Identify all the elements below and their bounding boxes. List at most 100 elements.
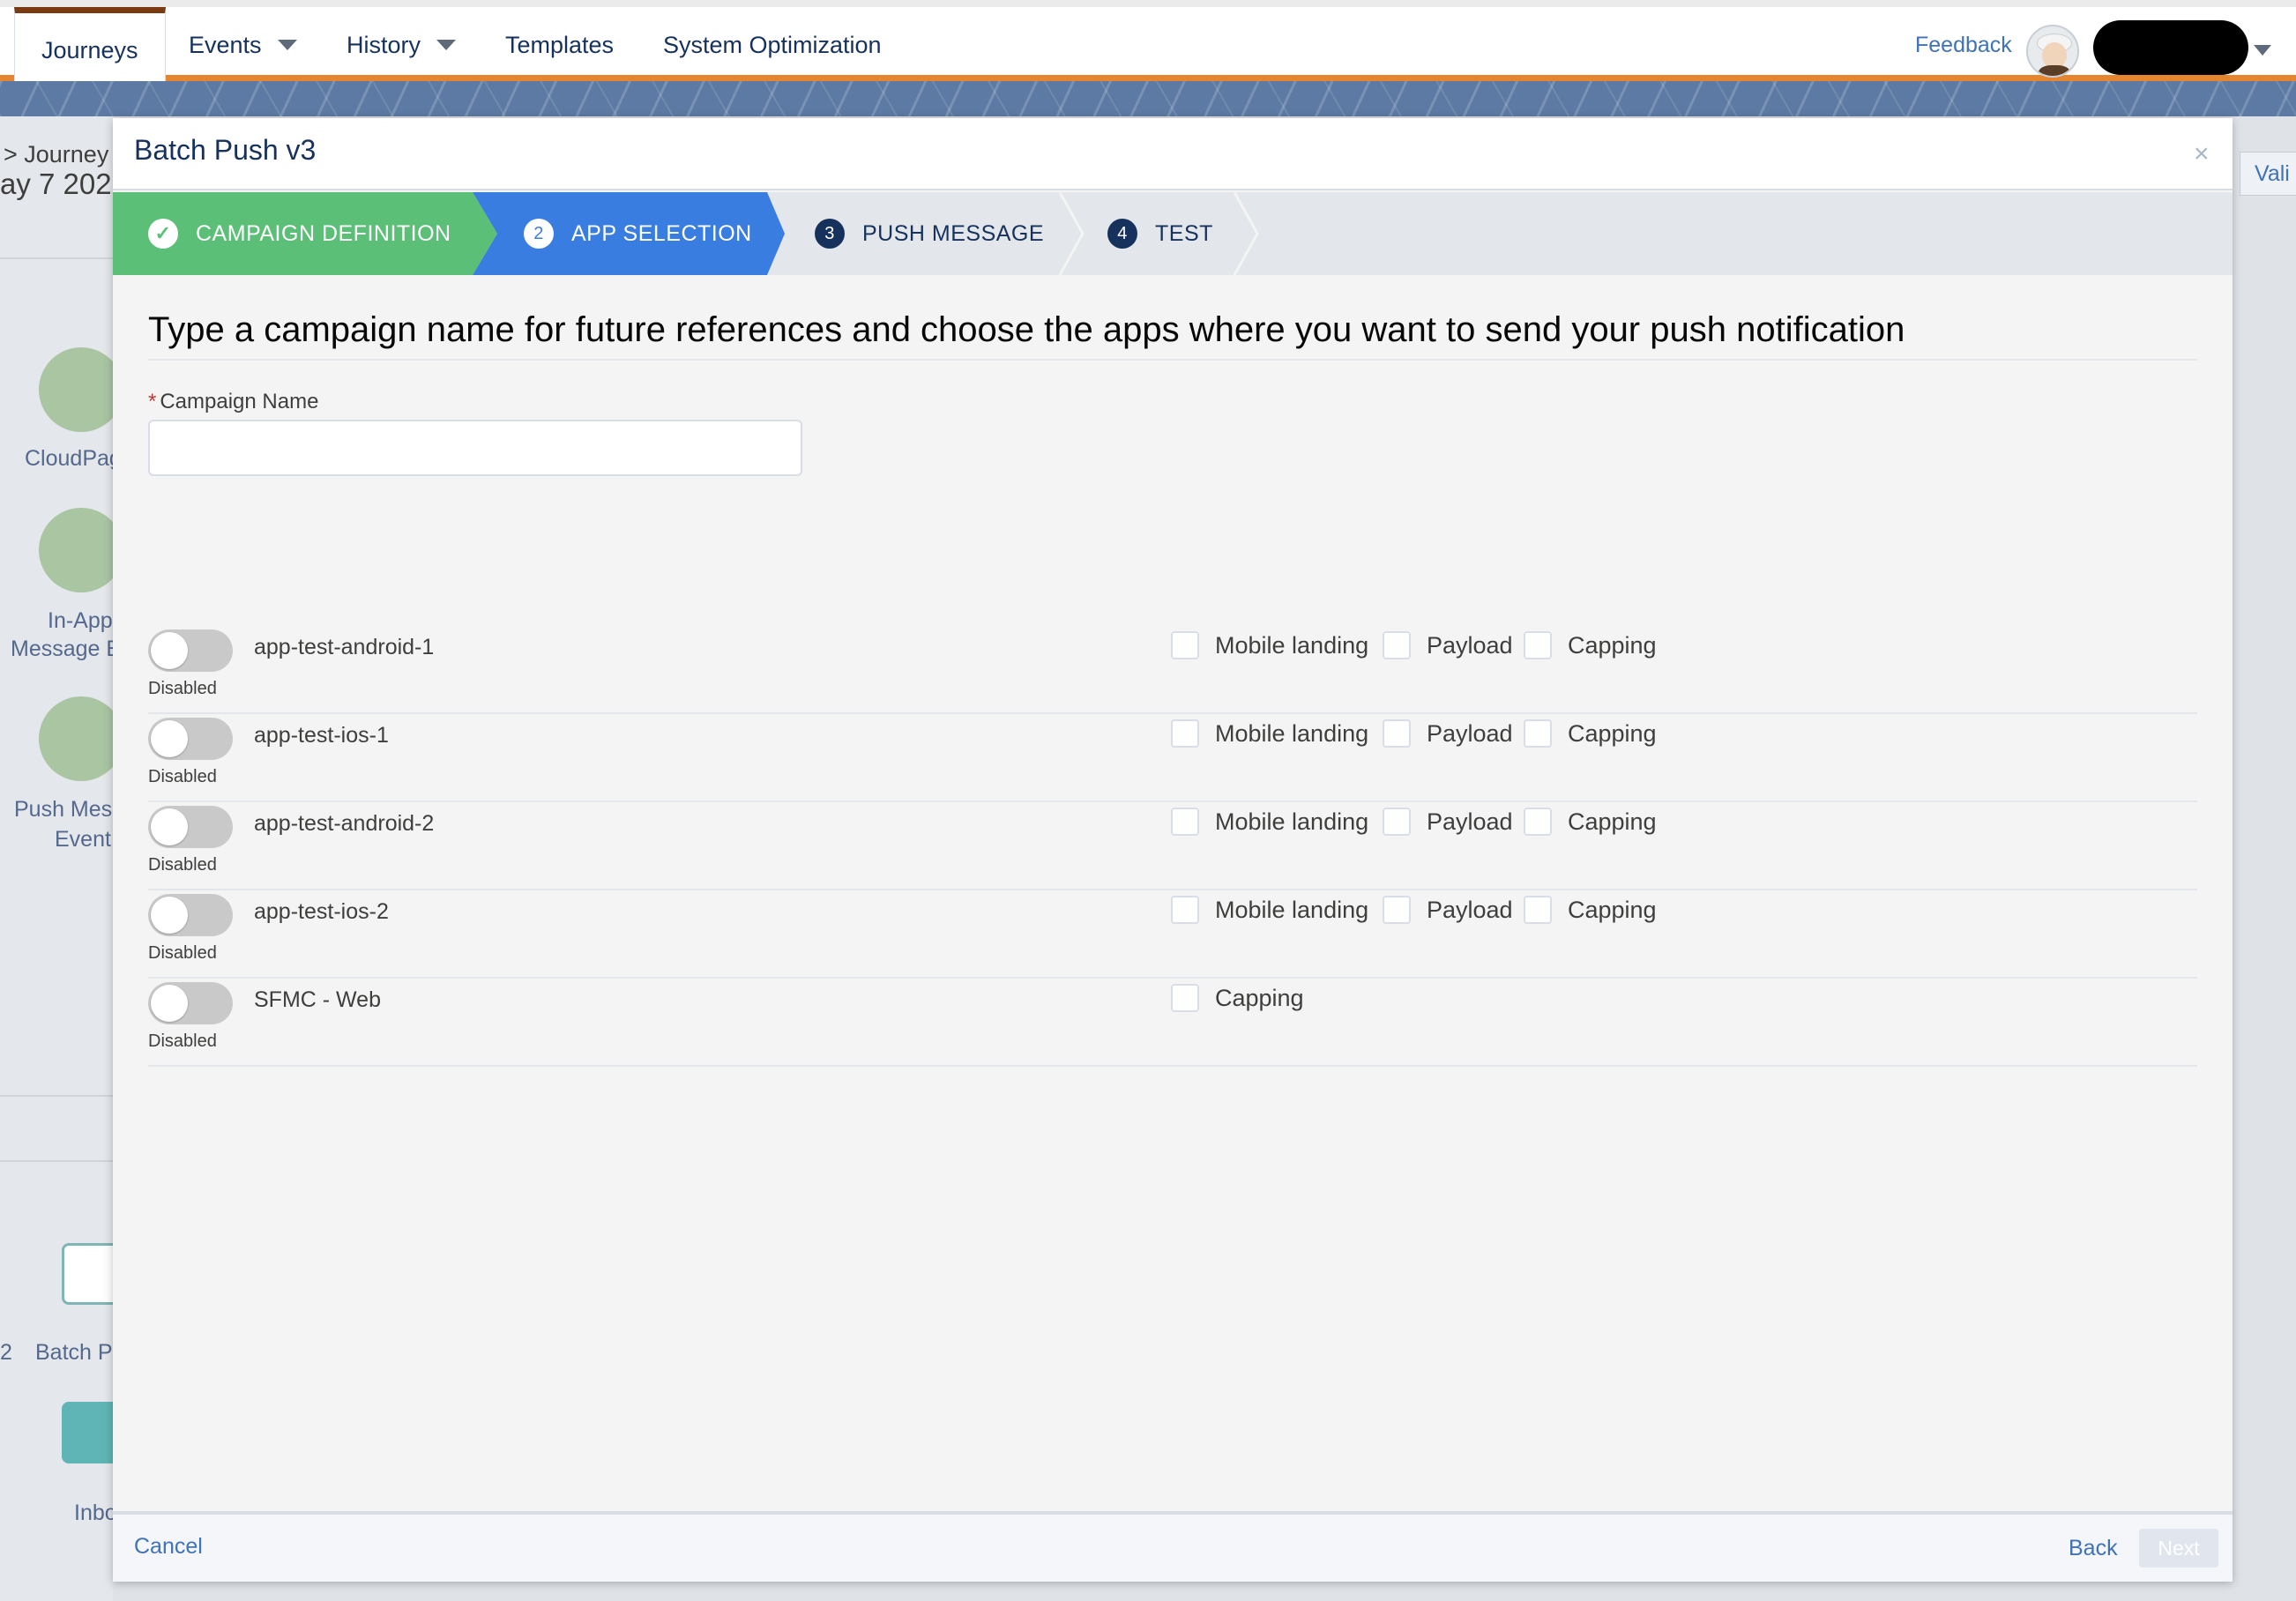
option-label: Capping — [1568, 896, 1657, 923]
option-label: Capping — [1568, 808, 1657, 835]
step-number: 3 — [815, 219, 845, 249]
app-toggle[interactable] — [148, 982, 233, 1024]
capping-option[interactable]: Capping — [1524, 808, 1657, 836]
app-toggle[interactable] — [148, 894, 233, 936]
mobile-landing-checkbox[interactable] — [1171, 719, 1199, 748]
mobile-landing-checkbox[interactable] — [1171, 896, 1199, 924]
step-label: APP SELECTION — [571, 220, 752, 246]
toggle-knob — [151, 808, 188, 845]
nav-tab-label: System Optimization — [663, 31, 882, 58]
breadcrumb[interactable]: > Journey — [4, 141, 108, 168]
payload-option[interactable]: Payload — [1383, 631, 1513, 659]
field-label-text: Campaign Name — [160, 390, 319, 413]
feedback-link[interactable]: Feedback — [1915, 7, 2012, 83]
option-label: Payload — [1427, 896, 1513, 923]
step-campaign-definition[interactable]: ✓ CAMPAIGN DEFINITION — [148, 192, 451, 275]
modal-footer: Cancel Back Next — [113, 1511, 2233, 1582]
mobile-landing-checkbox[interactable] — [1171, 808, 1199, 836]
app-row: Disabled app-test-android-2 Mobile landing… — [148, 802, 2197, 890]
nav-tab-events[interactable]: Events — [189, 7, 297, 83]
option-label: Capping — [1215, 984, 1304, 1011]
app-row: Disabled SFMC - Web Capping — [148, 979, 2197, 1067]
capping-option[interactable]: Capping — [1171, 984, 1304, 1012]
capping-option[interactable]: Capping — [1524, 631, 1657, 659]
capping-checkbox[interactable] — [1524, 808, 1552, 836]
app-row: Disabled app-test-ios-1 Mobile landing Payl… — [148, 714, 2197, 802]
activity-label: 2 — [0, 1340, 12, 1365]
next-button[interactable]: Next — [2139, 1529, 2218, 1567]
journey-date: ay 7 202 — [0, 168, 112, 200]
chevron-down-icon[interactable] — [2254, 45, 2271, 56]
back-button[interactable]: Back — [2069, 1536, 2118, 1561]
app-toggle[interactable] — [148, 629, 233, 672]
activity-label: In-App — [48, 608, 113, 633]
close-icon[interactable]: × — [2194, 139, 2210, 169]
user-avatar-icon[interactable] — [2026, 25, 2079, 78]
toggle-state-label: Disabled — [148, 855, 217, 875]
step-test[interactable]: 4 TEST — [1107, 192, 1213, 275]
capping-checkbox[interactable] — [1524, 719, 1552, 748]
payload-checkbox[interactable] — [1383, 631, 1411, 659]
top-navigation-bar: Journeys Events History Templates System… — [0, 0, 2296, 87]
chevron-down-icon — [436, 40, 457, 50]
nav-tab-system-optimization[interactable]: System Optimization — [663, 7, 882, 83]
payload-option[interactable]: Payload — [1383, 719, 1513, 748]
divider — [0, 1095, 113, 1097]
toggle-knob — [151, 632, 188, 669]
divider — [0, 1160, 113, 1162]
mobile-landing-option[interactable]: Mobile landing — [1171, 631, 1368, 659]
required-marker: * — [148, 390, 157, 413]
step-push-message[interactable]: 3 PUSH MESSAGE — [815, 192, 1044, 275]
mobile-landing-option[interactable]: Mobile landing — [1171, 896, 1368, 924]
step-app-selection[interactable]: 2 APP SELECTION — [524, 192, 752, 275]
mobile-landing-checkbox[interactable] — [1171, 631, 1199, 659]
nav-tab-journeys[interactable]: Journeys — [14, 7, 166, 87]
step-label: CAMPAIGN DEFINITION — [196, 220, 451, 246]
push-message-activity-icon[interactable] — [39, 696, 123, 781]
app-name: SFMC - Web — [254, 987, 381, 1012]
app-toggle[interactable] — [148, 718, 233, 760]
payload-option[interactable]: Payload — [1383, 896, 1513, 924]
option-label: Capping — [1568, 631, 1657, 659]
nav-tab-label: Events — [189, 31, 262, 58]
app-name: app-test-android-2 — [254, 811, 435, 836]
nav-tab-history[interactable]: History — [347, 7, 457, 83]
cancel-button[interactable]: Cancel — [134, 1534, 203, 1560]
capping-checkbox[interactable] — [1171, 984, 1199, 1012]
app-row: Disabled app-test-android-1 Mobile landing… — [148, 626, 2197, 714]
toggle-state-label: Disabled — [148, 943, 217, 963]
capping-checkbox[interactable] — [1524, 896, 1552, 924]
background-canvas-right — [2233, 116, 2296, 1601]
batch-push-modal: Batch Push v3 × ✓ CAMPAIGN DEFINITION 2 … — [113, 118, 2233, 1582]
step-number: 2 — [524, 219, 554, 249]
toggle-knob — [151, 985, 188, 1022]
payload-option[interactable]: Payload — [1383, 808, 1513, 836]
payload-checkbox[interactable] — [1383, 896, 1411, 924]
capping-option[interactable]: Capping — [1524, 719, 1657, 748]
modal-title: Batch Push v3 — [134, 134, 317, 166]
payload-checkbox[interactable] — [1383, 808, 1411, 836]
app-row: Disabled app-test-ios-2 Mobile landing Payl… — [148, 890, 2197, 979]
toggle-state-label: Disabled — [148, 1031, 217, 1051]
nav-tab-templates[interactable]: Templates — [505, 7, 614, 83]
app-toggle[interactable] — [148, 806, 233, 848]
option-label: Mobile landing — [1215, 808, 1369, 835]
option-label: Mobile landing — [1215, 631, 1369, 659]
activity-label: Batch Pu — [35, 1340, 125, 1365]
option-label: Payload — [1427, 719, 1513, 747]
mobile-landing-option[interactable]: Mobile landing — [1171, 808, 1368, 836]
payload-checkbox[interactable] — [1383, 719, 1411, 748]
in-app-message-activity-icon[interactable] — [39, 508, 123, 592]
capping-option[interactable]: Capping — [1524, 896, 1657, 924]
toggle-state-label: Disabled — [148, 679, 217, 698]
step-number: 4 — [1107, 219, 1137, 249]
campaign-name-input[interactable] — [148, 420, 802, 476]
user-menu-button[interactable] — [2093, 20, 2248, 75]
mobile-landing-option[interactable]: Mobile landing — [1171, 719, 1368, 748]
nav-tab-label: History — [347, 31, 421, 58]
cloudpages-activity-icon[interactable] — [39, 347, 123, 432]
page-heading: Type a campaign name for future referenc… — [148, 310, 2197, 361]
capping-checkbox[interactable] — [1524, 631, 1552, 659]
validate-button[interactable]: Vali — [2240, 152, 2296, 196]
activity-label: Event — [55, 827, 111, 852]
